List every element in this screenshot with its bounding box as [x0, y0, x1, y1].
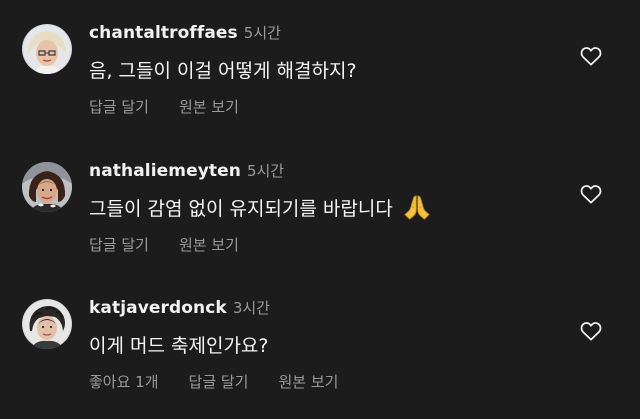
- heart-icon[interactable]: [580, 46, 602, 66]
- reply-button[interactable]: 답글 달기: [189, 373, 249, 391]
- timestamp: 3시간: [232, 299, 270, 317]
- comment-text: 이게 머드 축제인가요?: [89, 335, 269, 357]
- username[interactable]: nathaliemeyten: [89, 161, 241, 181]
- reply-button[interactable]: 답글 달기: [89, 236, 149, 254]
- view-original-button[interactable]: 원본 보기: [179, 98, 239, 116]
- comment-text: 음, 그들이 이걸 어떻게 해결하지?: [89, 60, 357, 82]
- comment-header: katjaverdonck 3시간: [89, 297, 270, 318]
- comment-item: chantaltroffaes 5시간 음, 그들이 이걸 어떻게 해결하지? 답…: [0, 0, 640, 130]
- comment-text-body: 그들이 감염 없이 유지되기를 바랍니다: [89, 198, 393, 220]
- likes-count[interactable]: 좋아요 1개: [89, 373, 159, 391]
- username[interactable]: katjaverdonck: [89, 298, 227, 318]
- heart-icon[interactable]: [580, 184, 602, 204]
- avatar[interactable]: [22, 162, 72, 212]
- comment-actions: 답글 달기 원본 보기: [89, 96, 269, 117]
- view-original-button[interactable]: 원본 보기: [278, 373, 338, 391]
- timestamp: 5시간: [246, 162, 285, 180]
- avatar[interactable]: [22, 299, 72, 349]
- comment-header: chantaltroffaes 5시간: [89, 22, 281, 43]
- heart-icon[interactable]: [580, 321, 602, 341]
- comment-header: nathaliemeyten 5시간: [89, 160, 284, 181]
- timestamp: 5시간: [243, 24, 281, 42]
- avatar[interactable]: [22, 24, 72, 74]
- comment-text: 그들이 감염 없이 유지되기를 바랍니다: [89, 194, 431, 225]
- comment-item: katjaverdonck 3시간 이게 머드 축제인가요? 좋아요 1개 답글 달…: [0, 275, 640, 405]
- comment-actions: 답글 달기 원본 보기: [89, 234, 269, 255]
- view-original-button[interactable]: 원본 보기: [179, 236, 239, 254]
- comment-item: nathaliemeyten 5시간 그들이 감염 없이 유지되기를 바랍니다 답…: [0, 138, 640, 268]
- username[interactable]: chantaltroffaes: [89, 23, 238, 43]
- reply-button[interactable]: 답글 달기: [89, 98, 149, 116]
- folded-hands-icon: [403, 194, 431, 225]
- comment-actions: 좋아요 1개 답글 달기 원본 보기: [89, 371, 368, 392]
